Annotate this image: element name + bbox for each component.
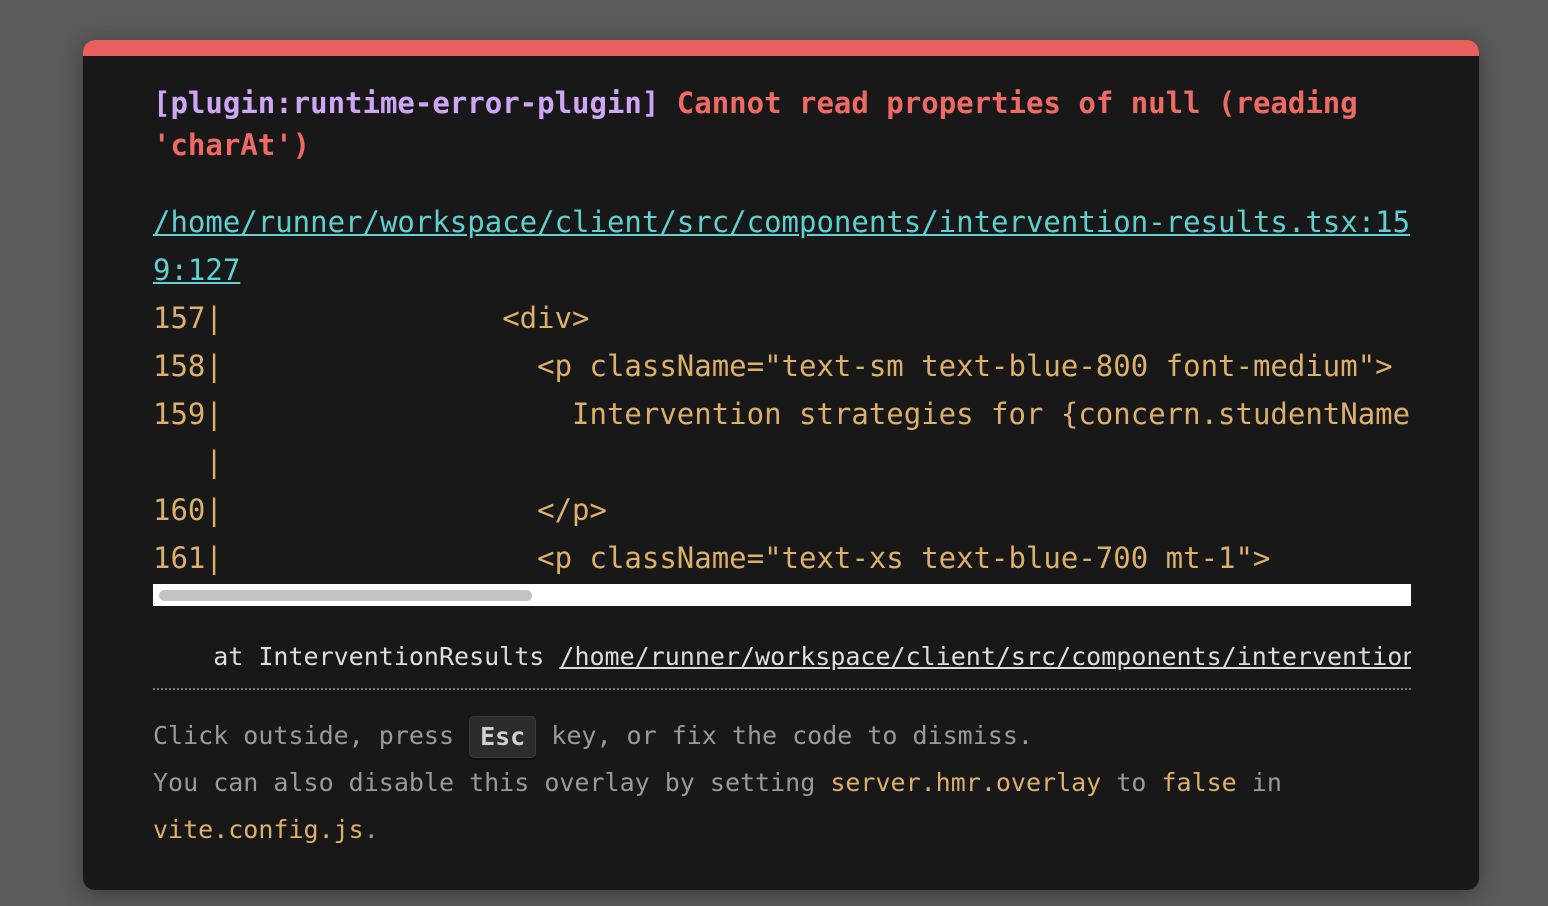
code-line-159: 159| Intervention strategies for {concer… bbox=[153, 397, 1411, 431]
code-line-160: 160| </p> bbox=[153, 493, 607, 527]
error-accent-bar bbox=[83, 40, 1479, 56]
error-content: [plugin:runtime-error-plugin] Cannot rea… bbox=[153, 56, 1411, 853]
config-file: vite.config.js bbox=[153, 815, 364, 844]
error-message: [plugin:runtime-error-plugin] Cannot rea… bbox=[153, 82, 1411, 166]
stack-prefix: at InterventionResults bbox=[153, 642, 560, 671]
code-line-158: 158| <p className="text-sm text-blue-800… bbox=[153, 349, 1393, 383]
error-overlay-window: [plugin:runtime-error-plugin] Cannot rea… bbox=[83, 40, 1479, 890]
dismiss-tip: Click outside, press Esc key, or fix the… bbox=[153, 712, 1411, 853]
tip-text-3: . bbox=[363, 815, 379, 844]
setting-name: server.hmr.overlay bbox=[830, 768, 1102, 797]
stack-trace: at InterventionResults /home/runner/work… bbox=[153, 642, 1411, 672]
code-line-161: 161| <p className="text-xs text-blue-700… bbox=[153, 541, 1271, 575]
tip-line-3: vite.config.js. bbox=[153, 806, 1411, 853]
tip-text-1a: Click outside, press bbox=[153, 721, 470, 750]
code-line-157: 157| <div> bbox=[153, 301, 590, 335]
esc-key: Esc bbox=[469, 716, 537, 758]
stack-file-link[interactable]: /home/runner/workspace/client/src/compon… bbox=[559, 642, 1411, 671]
code-frame-scrollbar[interactable] bbox=[153, 584, 1411, 606]
tip-text-1b: key, or fix the code to dismiss. bbox=[536, 721, 1033, 750]
code-frame-text: 157| <div> 158| <p className="text-sm tex… bbox=[153, 294, 1411, 582]
code-line-marker: | bbox=[153, 445, 223, 479]
tip-line-1: Click outside, press Esc key, or fix the… bbox=[153, 712, 1411, 759]
divider bbox=[153, 688, 1411, 690]
setting-value: false bbox=[1161, 768, 1237, 797]
tip-text-2a: You can also disable this overlay by set… bbox=[153, 768, 831, 797]
code-frame[interactable]: 157| <div> 158| <p className="text-sm tex… bbox=[153, 294, 1411, 582]
tip-text-2c: in bbox=[1236, 768, 1282, 797]
error-file-link[interactable]: /home/runner/workspace/client/src/compon… bbox=[153, 198, 1411, 294]
plugin-label: [plugin:runtime-error-plugin] bbox=[153, 86, 660, 120]
tip-line-2: You can also disable this overlay by set… bbox=[153, 759, 1411, 806]
tip-text-2b: to bbox=[1101, 768, 1162, 797]
scrollbar-thumb[interactable] bbox=[159, 590, 532, 601]
